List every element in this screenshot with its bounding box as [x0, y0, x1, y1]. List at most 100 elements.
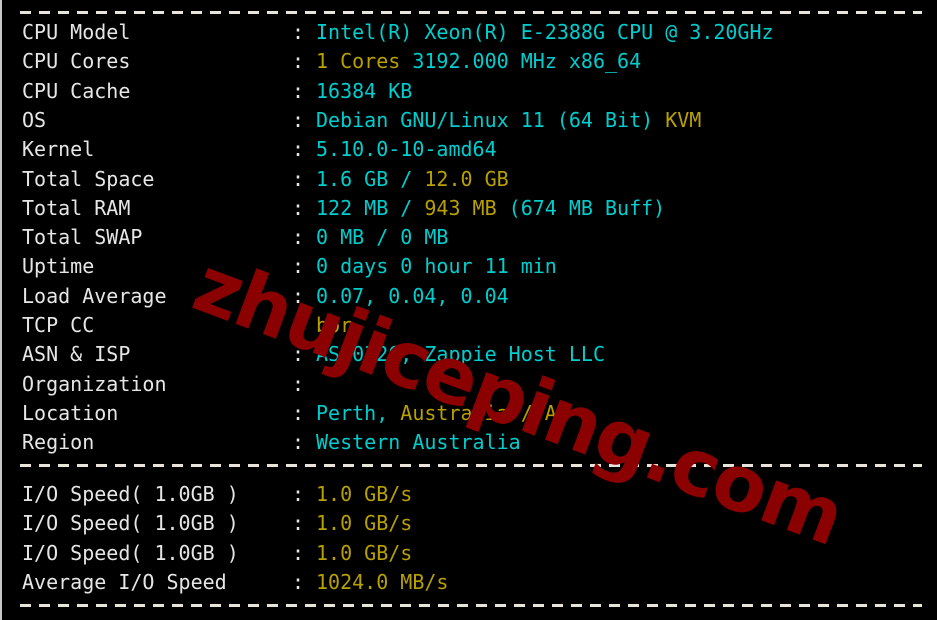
io-speed-value-part: 1.0 GB/s	[316, 511, 413, 536]
system-info-value-part: KVM	[653, 107, 702, 132]
system-info-row: Total RAM:122 MB / 943 MB (674 MB Buff)	[2, 194, 937, 223]
system-info-value-part: 5.10.0-10-amd64	[316, 137, 497, 162]
system-info-value-part: 12.0 GB	[412, 166, 509, 191]
system-info-value-part: 0.07, 0.04, 0.04	[316, 283, 509, 308]
io-speed-label: I/O Speed( 1.0GB )	[22, 540, 239, 565]
system-info-row: Total SWAP:0 MB / 0 MB	[2, 223, 937, 252]
system-info-label: Location	[22, 400, 119, 425]
colon-separator: :	[292, 511, 305, 536]
io-speed-label: I/O Speed( 1.0GB )	[22, 482, 239, 506]
colon-separator: :	[292, 107, 305, 132]
io-speed-value: 1024.0 MB/s	[316, 568, 448, 597]
colon-separator: :	[292, 195, 305, 220]
system-info-value: 0.07, 0.04, 0.04	[316, 282, 509, 311]
terminal-output: CPU Model: Intel(R) Xeon(R) E-2388G CPU @…	[2, 0, 937, 620]
system-info-label: TCP CC	[22, 313, 95, 337]
colon-separator: :	[292, 20, 305, 44]
system-info-value-part: 943 MB	[412, 195, 497, 220]
colon-separator: :	[292, 400, 305, 425]
system-info-row: TCP CC: bbr	[2, 311, 937, 340]
system-info-value: AS20326, Zappie Host LLC	[316, 340, 605, 369]
system-info-label: CPU Model	[22, 20, 131, 44]
system-info-row: Location: Perth, Australia / AU	[2, 399, 937, 428]
terminal-window[interactable]: CPU Model: Intel(R) Xeon(R) E-2388G CPU @…	[0, 0, 937, 620]
io-speed-label: Average I/O Speed	[22, 569, 227, 594]
separator-line-middle	[20, 464, 922, 467]
system-info-value-part: Perth,	[316, 400, 389, 425]
system-info-row: CPU Cores:1 Cores 3192.000 MHz x86_64	[2, 47, 937, 76]
separator-line-top	[20, 11, 922, 14]
system-info-value-part: 1.6 GB	[316, 166, 401, 191]
colon-separator: :	[292, 78, 305, 103]
system-info-value-part: /	[400, 166, 413, 191]
system-info-value-part: 16384 KB	[316, 78, 413, 103]
system-info-value: Intel(R) Xeon(R) E-2388G CPU @ 3.20GHz	[316, 18, 774, 47]
system-info-value: 0 MB / 0 MB	[316, 223, 448, 252]
system-info-label: CPU Cache	[22, 78, 131, 103]
colon-separator: :	[292, 540, 305, 565]
colon-separator: :	[292, 166, 305, 191]
system-info-label: CPU Cores	[22, 49, 131, 74]
io-speed-row: I/O Speed( 1.0GB ):1.0 GB/s	[2, 509, 937, 538]
system-info-value-part: Intel(R) Xeon(R) E-2388G CPU @ 3.20GHz	[316, 20, 774, 44]
io-speed-value-part: 1.0 GB/s	[316, 540, 413, 565]
colon-separator: :	[292, 49, 305, 74]
system-info-row: CPU Cache:16384 KB	[2, 77, 937, 106]
system-info-value-part: 122 MB	[316, 195, 401, 220]
io-speed-row: Average I/O Speed:1024.0 MB/s	[2, 568, 937, 597]
colon-separator: :	[292, 137, 305, 162]
system-info-value-part: Debian GNU/Linux 11 (64 Bit)	[316, 107, 654, 132]
system-info-value-part: (674 MB Buff)	[496, 195, 666, 220]
system-info-value: 1 Cores 3192.000 MHz x86_64	[316, 47, 641, 76]
system-info-row: Organization:	[2, 370, 937, 399]
colon-separator: :	[292, 283, 305, 308]
system-info-value-part: AS20326, Zappie Host LLC	[316, 342, 605, 367]
system-info-value: 122 MB / 943 MB (674 MB Buff)	[316, 194, 665, 223]
system-info-value: Perth, Australia / AU	[316, 399, 569, 428]
system-info-value-part: 0 MB / 0 MB	[316, 225, 449, 250]
system-info-label: Total RAM	[22, 195, 131, 220]
system-info-row: OS: Debian GNU/Linux 11 (64 Bit) KVM	[2, 106, 937, 135]
system-info-value: 1.6 GB / 12.0 GB	[316, 165, 509, 194]
colon-separator: :	[292, 254, 305, 279]
io-speed-value-part: 1024.0 MB/s	[316, 569, 449, 594]
system-info-value: 0 days 0 hour 11 min	[316, 252, 557, 281]
io-speed-value: 1.0 GB/s	[316, 480, 412, 509]
system-info-label: ASN & ISP	[22, 342, 131, 367]
io-speed-value-part: 1.0 GB/s	[316, 482, 413, 506]
system-info-value-part: 3192.000 MHz x86_64	[400, 49, 642, 74]
colon-separator: :	[292, 371, 305, 396]
io-speed-row: I/O Speed( 1.0GB ):1.0 GB/s	[2, 539, 937, 568]
system-info-value-part: Western Australia	[316, 430, 521, 455]
system-info-value-part: /	[400, 195, 413, 220]
io-speed-value: 1.0 GB/s	[316, 539, 412, 568]
system-info-label: Total Space	[22, 166, 155, 191]
separator-line-bottom	[20, 604, 922, 607]
system-info-row: ASN & ISP: AS20326, Zappie Host LLC	[2, 340, 937, 369]
system-info-row: CPU Model: Intel(R) Xeon(R) E-2388G CPU @…	[2, 18, 937, 47]
system-info-label: Kernel	[22, 137, 95, 162]
colon-separator: :	[292, 225, 305, 250]
colon-separator: :	[292, 569, 305, 594]
system-info-label: Total SWAP	[22, 225, 143, 250]
system-info-value: 5.10.0-10-amd64	[316, 135, 497, 164]
system-info-label: Region	[22, 430, 95, 455]
io-speed-label: I/O Speed( 1.0GB )	[22, 511, 239, 536]
colon-separator: :	[292, 313, 305, 337]
system-info-row: Uptime:0 days 0 hour 11 min	[2, 252, 937, 281]
system-info-label: Load Average	[22, 283, 167, 308]
system-info-row: Load Average:0.07, 0.04, 0.04	[2, 282, 937, 311]
system-info-value-part: 1 Cores	[316, 49, 401, 74]
io-speed-value: 1.0 GB/s	[316, 509, 412, 538]
system-info-label: Organization	[22, 371, 167, 396]
io-speed-row: I/O Speed( 1.0GB ):1.0 GB/s	[2, 480, 937, 509]
system-info-value: Debian GNU/Linux 11 (64 Bit) KVM	[316, 106, 701, 135]
system-info-value: bbr	[316, 311, 352, 340]
system-info-value: 16384 KB	[316, 77, 412, 106]
system-info-value: Western Australia	[316, 428, 521, 457]
colon-separator: :	[292, 482, 305, 506]
system-info-value-part: 0 days 0 hour 11 min	[316, 254, 557, 279]
system-info-label: OS	[22, 107, 47, 132]
system-info-row: Total Space:1.6 GB / 12.0 GB	[2, 165, 937, 194]
system-info-row: Kernel:5.10.0-10-amd64	[2, 135, 937, 164]
